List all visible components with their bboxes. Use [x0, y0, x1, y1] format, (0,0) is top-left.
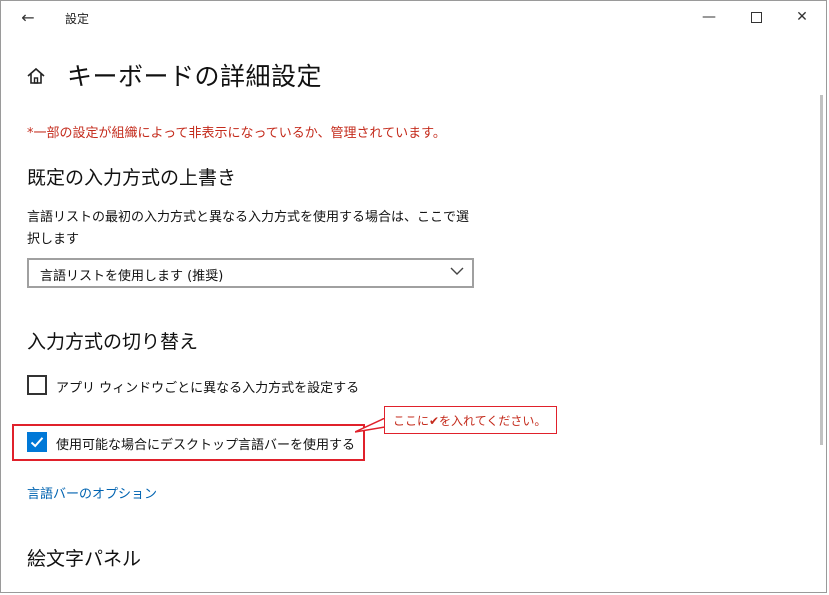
annotation-highlight-box — [12, 424, 365, 461]
close-button[interactable]: ✕ — [779, 2, 825, 32]
langbar-options-link[interactable]: 言語バーのオプション — [27, 483, 157, 502]
per-app-input-label: アプリ ウィンドウごとに異なる入力方式を設定する — [56, 381, 360, 396]
callout-text: ここに✔を入れてください。 — [393, 414, 547, 428]
app-title: 設定 — [65, 12, 90, 26]
page-title: キーボードの詳細設定 — [67, 62, 323, 91]
chevron-down-icon — [450, 267, 464, 275]
managed-notice: *一部の設定が組織によって非表示になっているか、管理されています。 — [27, 126, 446, 141]
callout-pointer — [355, 418, 386, 433]
maximize-icon — [750, 11, 762, 23]
back-button[interactable]: ← — [15, 7, 41, 29]
override-description: 言語リストの最初の入力方式と異なる入力方式を使用する場合は、ここで選択します — [27, 210, 470, 247]
home-icon[interactable] — [26, 66, 46, 86]
minimize-button[interactable]: — — [686, 2, 732, 32]
per-app-input-checkbox[interactable] — [27, 375, 47, 395]
input-method-dropdown[interactable]: 言語リストを使用します (推奨) — [27, 258, 474, 288]
scrollbar[interactable] — [820, 95, 823, 445]
switch-heading: 入力方式の切り替え — [27, 331, 199, 353]
override-heading: 既定の入力方式の上書き — [27, 167, 237, 189]
maximize-button[interactable] — [733, 2, 779, 32]
title-bar: ← 設定 — ✕ — [1, 1, 828, 33]
annotation-callout: ここに✔を入れてください。 — [384, 406, 557, 434]
dropdown-value: 言語リストを使用します (推奨) — [40, 269, 224, 284]
emoji-panel-heading: 絵文字パネル — [27, 548, 142, 570]
